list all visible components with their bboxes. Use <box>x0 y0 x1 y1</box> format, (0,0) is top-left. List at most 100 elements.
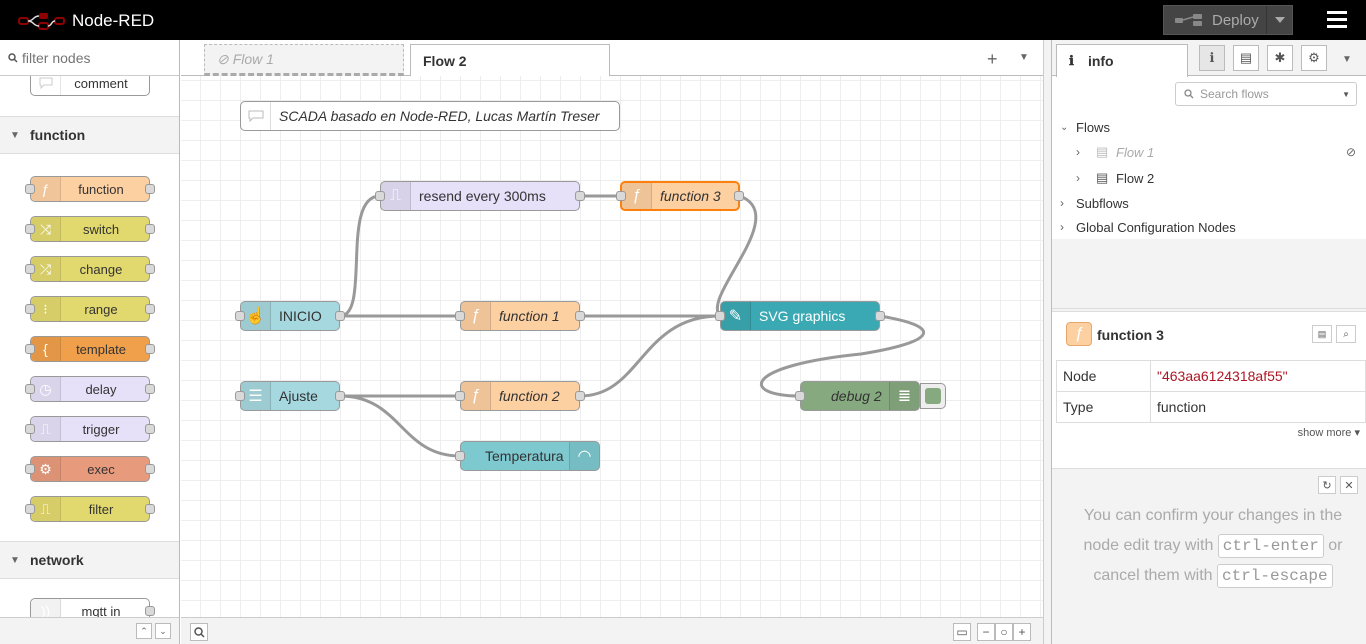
disabled-icon: ⊘ <box>217 50 229 67</box>
input-port[interactable] <box>25 424 35 434</box>
flow-workspace[interactable]: SCADA basado en Node-RED, Lucas Martín T… <box>181 76 1043 617</box>
search-icon[interactable]: ⌕ <box>1336 325 1356 343</box>
debug-toggle-button[interactable] <box>920 383 946 409</box>
flow-node-inicio[interactable]: ☝ INICIO <box>235 301 345 331</box>
flow-node-svg-graphics[interactable]: ✎ SVG graphics <box>715 301 885 331</box>
input-port[interactable] <box>715 311 725 321</box>
flow-node-temperatura[interactable]: Temperatura ◠ <box>455 441 600 471</box>
flow-node-debug-2[interactable]: debug 2 ≣ <box>795 381 920 411</box>
flow-comment-node[interactable]: SCADA basado en Node-RED, Lucas Martín T… <box>240 101 620 131</box>
palette-category-function[interactable]: ▼ function <box>0 116 179 154</box>
input-port[interactable] <box>25 344 35 354</box>
tree-item-flow-2[interactable]: › ▤ Flow 2 <box>1076 166 1154 190</box>
input-port[interactable] <box>25 304 35 314</box>
input-port[interactable] <box>616 191 626 201</box>
input-port[interactable] <box>455 311 465 321</box>
input-port[interactable] <box>25 264 35 274</box>
output-port[interactable] <box>145 264 155 274</box>
palette-node-change[interactable]: ⤮ change <box>25 256 155 282</box>
sidebar-resize-handle[interactable] <box>1043 40 1051 644</box>
output-port[interactable] <box>734 191 744 201</box>
search-icon[interactable] <box>190 623 208 641</box>
flow-node-function-3[interactable]: ƒ function 3 <box>616 181 744 211</box>
search-flows-input[interactable]: Search flows ▼ <box>1175 82 1357 106</box>
output-port[interactable] <box>145 504 155 514</box>
output-port[interactable] <box>575 311 585 321</box>
palette-node-delay[interactable]: ◷ delay <box>25 376 155 402</box>
sidebar-panel-splitter[interactable] <box>1052 308 1366 312</box>
palette-node-range[interactable]: ⁝ range <box>25 296 155 322</box>
output-port[interactable] <box>335 311 345 321</box>
help-book-icon[interactable]: ▤ <box>1233 45 1259 71</box>
output-port[interactable] <box>145 384 155 394</box>
input-port[interactable] <box>375 191 385 201</box>
pencil-icon: ✎ <box>721 302 751 330</box>
output-port[interactable] <box>145 464 155 474</box>
output-port[interactable] <box>875 311 885 321</box>
help-book-icon[interactable]: ▤ <box>1312 325 1332 343</box>
output-port[interactable] <box>335 391 345 401</box>
input-port[interactable] <box>455 451 465 461</box>
input-port[interactable] <box>25 384 35 394</box>
output-port[interactable] <box>145 184 155 194</box>
show-more-link[interactable]: show more ▾ <box>1298 426 1360 439</box>
palette-node-filter[interactable]: ⎍ filter <box>25 496 155 522</box>
deploy-button[interactable]: Deploy <box>1163 5 1293 35</box>
add-flow-icon[interactable]: + <box>987 49 998 70</box>
flow-node-function-1[interactable]: ƒ function 1 <box>455 301 585 331</box>
input-port[interactable] <box>25 224 35 234</box>
flow-node-ajuste[interactable]: ☰ Ajuste <box>235 381 345 411</box>
zoom-reset-icon[interactable]: ○ <box>995 623 1013 641</box>
change-icon: ⤮ <box>31 257 61 281</box>
tab-flow-2[interactable]: Flow 2 <box>410 44 610 77</box>
output-port[interactable] <box>145 224 155 234</box>
navigator-map-icon[interactable]: ▭ <box>953 623 971 641</box>
zoom-out-icon[interactable]: − <box>977 623 995 641</box>
palette-node-template[interactable]: {template <box>25 336 155 362</box>
debug-bug-icon[interactable]: ✱ <box>1267 45 1293 71</box>
refresh-icon[interactable]: ↻ <box>1318 476 1336 494</box>
filter-nodes-input[interactable] <box>22 49 172 66</box>
flow-node-function-2[interactable]: ƒ function 2 <box>455 381 585 411</box>
close-icon[interactable]: ✕ <box>1340 476 1358 494</box>
output-port[interactable] <box>145 606 155 616</box>
function-icon: ƒ <box>461 382 491 410</box>
palette-node-mqtt-in[interactable]: )) mqtt in <box>30 598 155 617</box>
palette-node-exec[interactable]: ⚙ exec <box>25 456 155 482</box>
tree-item-global-config[interactable]: › Global Configuration Nodes <box>1060 215 1236 239</box>
output-port[interactable] <box>575 191 585 201</box>
tree-item-flow-1[interactable]: › ▤ Flow 1 ⊘ <box>1076 140 1356 164</box>
input-port[interactable] <box>25 464 35 474</box>
tree-item-flows[interactable]: ⌄ Flows <box>1060 115 1110 139</box>
output-port[interactable] <box>145 344 155 354</box>
palette-category-network[interactable]: ▼ network <box>0 541 179 579</box>
output-port[interactable] <box>575 391 585 401</box>
input-port[interactable] <box>25 504 35 514</box>
gear-icon[interactable]: ⚙ <box>1301 45 1327 71</box>
node-properties-table: Node "463aa6124318af55" Type function <box>1056 360 1366 423</box>
app-title: Node-RED <box>72 11 155 30</box>
expand-all-button[interactable]: ⌄ <box>155 623 171 639</box>
sidebar-tab-info[interactable]: ℹ info <box>1056 44 1188 77</box>
collapse-all-button[interactable]: ⌃ <box>136 623 152 639</box>
deploy-menu-button[interactable] <box>1266 6 1292 34</box>
info-tab-button[interactable]: ℹ <box>1199 45 1225 71</box>
zoom-in-icon[interactable]: + <box>1013 623 1031 641</box>
input-port[interactable] <box>795 391 805 401</box>
output-port[interactable] <box>145 424 155 434</box>
palette-node-switch[interactable]: ⤨ switch <box>25 216 155 242</box>
chevron-down-icon[interactable]: ▼ <box>1342 54 1352 65</box>
tab-menu-icon[interactable]: ▼ <box>1019 52 1029 63</box>
tab-flow-1[interactable]: ⊘ Flow 1 <box>204 44 404 76</box>
output-port[interactable] <box>145 304 155 314</box>
palette-node-comment[interactable]: comment <box>30 76 150 96</box>
input-port[interactable] <box>235 391 245 401</box>
palette-node-trigger[interactable]: ⎍ trigger <box>25 416 155 442</box>
input-port[interactable] <box>235 311 245 321</box>
main-menu-button[interactable] <box>1324 8 1350 32</box>
tree-item-subflows[interactable]: › Subflows <box>1060 191 1129 215</box>
flow-node-resend[interactable]: ⎍ resend every 300ms <box>375 181 585 211</box>
input-port[interactable] <box>25 184 35 194</box>
palette-node-function[interactable]: ƒ function <box>25 176 155 202</box>
input-port[interactable] <box>455 391 465 401</box>
